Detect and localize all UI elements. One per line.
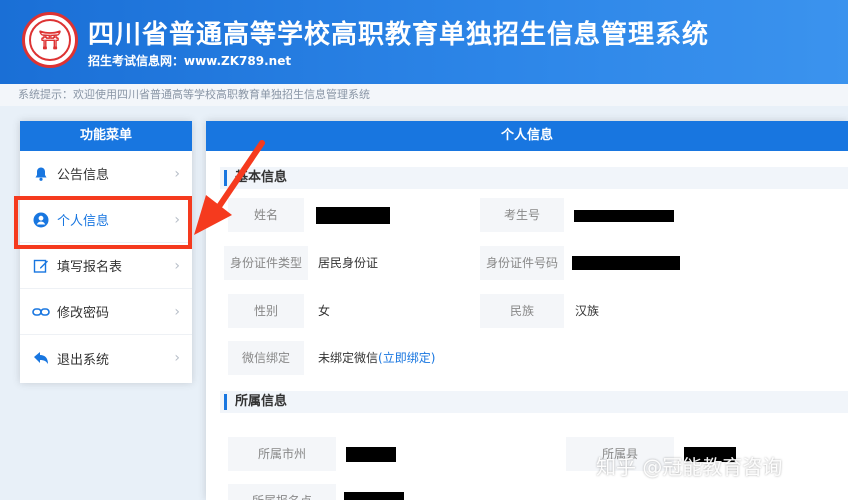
menu-item-fill-form[interactable]: 填写报名表 › <box>20 243 192 289</box>
site-redacted <box>344 492 404 500</box>
menu-item-label: 公告信息 <box>57 168 110 183</box>
site-label: 所属报名点 <box>228 484 336 500</box>
seal-inner-icon: ⛩ <box>29 19 71 61</box>
menu-item-announcements[interactable]: 公告信息 › <box>20 151 192 197</box>
menu-item-label: 填写报名表 <box>57 260 123 275</box>
school-seal-logo: ⛩ <box>22 12 78 68</box>
affiliation-info-title: 所属信息 <box>224 394 287 410</box>
menu-item-logout[interactable]: 退出系统 › <box>20 335 192 381</box>
edit-icon <box>32 257 50 275</box>
name-redacted <box>316 207 390 224</box>
gender-label: 性别 <box>228 294 304 328</box>
gender-value: 女 <box>318 304 331 318</box>
system-notice: 系统提示：欢迎使用四川省普通高等学校高职教育单独招生信息管理系统 <box>0 84 848 106</box>
id-no-label: 身份证件号码 <box>480 246 564 280</box>
highlight-annotation-box <box>14 196 192 249</box>
link-icon <box>32 303 50 321</box>
wechat-status-text: 未绑定微信 <box>318 351 379 365</box>
city-redacted <box>346 447 396 462</box>
id-type-label: 身份证件类型 <box>224 246 308 280</box>
system-subtitle: 招生考试信息网：www.ZK789.net <box>88 54 292 68</box>
wechat-label: 微信绑定 <box>228 341 304 375</box>
red-arrow-annotation <box>194 140 265 235</box>
id-no-redacted <box>572 256 680 270</box>
ethnic-value: 汉族 <box>575 304 600 318</box>
affiliation-info-bar <box>220 391 848 413</box>
chevron-right-icon: › <box>174 350 180 366</box>
system-title: 四川省普通高等学校高职教育单独招生信息管理系统 <box>88 20 710 50</box>
chevron-right-icon: › <box>174 304 180 320</box>
zhihu-watermark: 知乎 @冠能教育咨询 <box>596 455 783 479</box>
menu-item-label: 修改密码 <box>57 306 110 321</box>
back-icon <box>32 349 50 367</box>
chevron-right-icon: › <box>174 258 180 274</box>
menu-item-label: 退出系统 <box>57 352 110 368</box>
header-banner: ⛩ 四川省普通高等学校高职教育单独招生信息管理系统 招生考试信息网：www.ZK… <box>0 0 848 84</box>
basic-info-bar <box>220 167 848 189</box>
city-label: 所属市州 <box>228 437 336 471</box>
bell-icon <box>32 165 50 183</box>
function-menu: 功能菜单 公告信息 › 个人信息 › 填写报名表 › 修改密码 › 退出系统 › <box>20 121 192 383</box>
id-type-value: 居民身份证 <box>318 256 379 270</box>
exam-no-redacted <box>574 210 674 222</box>
panel-title: 个人信息 <box>206 121 848 151</box>
menu-item-change-password[interactable]: 修改密码 › <box>20 289 192 335</box>
ethnic-label: 民族 <box>480 294 564 328</box>
exam-no-label: 考生号 <box>480 198 564 232</box>
menu-title: 功能菜单 <box>20 121 192 151</box>
wechat-status: 未绑定微信(立即绑定) <box>318 341 435 375</box>
bind-wechat-link[interactable]: (立即绑定) <box>378 351 435 365</box>
